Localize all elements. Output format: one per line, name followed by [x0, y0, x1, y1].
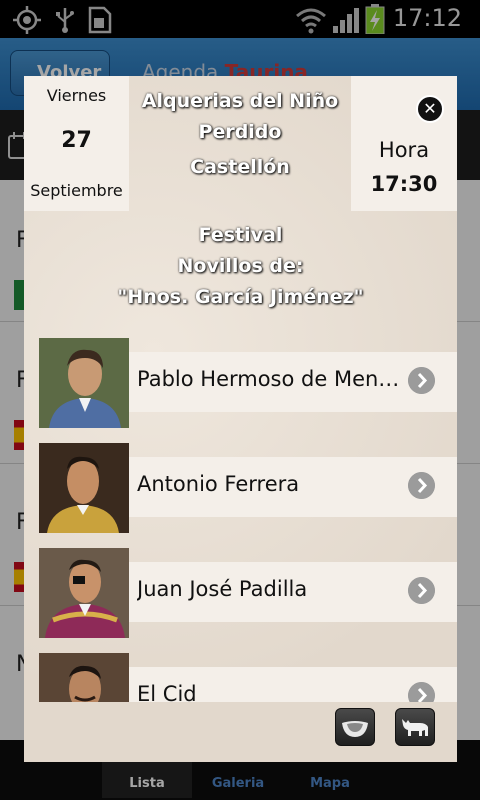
- bullfighter-bar: El Cid: [129, 667, 457, 702]
- chevron-right-icon[interactable]: [408, 367, 435, 394]
- bullfighter-row[interactable]: Antonio Ferrera: [39, 443, 457, 533]
- event-detail-dialog: Viernes 27 Septiembre Alquerias del Niño…: [24, 76, 457, 762]
- bullfighter-photo: [39, 443, 129, 533]
- date-weekday: Viernes: [46, 86, 107, 105]
- bullfighter-bar: Juan José Padilla: [129, 562, 457, 622]
- bullfighter-name: Juan José Padilla: [137, 577, 308, 601]
- venue-line: Alquerias del Niño: [141, 90, 339, 112]
- bullfighter-bar: Pablo Hermoso de Mendoza: [129, 352, 457, 412]
- bullfighter-row[interactable]: El Cid: [39, 653, 457, 702]
- bullfighter-photo: [39, 548, 129, 638]
- hour-box: Hora 17:30: [351, 76, 457, 211]
- event-info: Festival Novillos de: "Hnos. García Jimé…: [64, 220, 417, 313]
- chevron-right-icon[interactable]: [408, 682, 435, 702]
- bullfighter-photo: [39, 653, 129, 702]
- bullring-icon: [342, 721, 368, 737]
- bull-icon: [402, 719, 428, 736]
- venue-title: Alquerias del Niño Perdido Castellón: [129, 86, 351, 183]
- hour-label: Hora: [378, 138, 430, 162]
- date-day: 27: [61, 128, 92, 153]
- bullfighter-list: Pablo Hermoso de Mendoza Antonio Ferrera…: [24, 338, 457, 702]
- chevron-right-icon[interactable]: [408, 472, 435, 499]
- event-type: Festival: [198, 224, 283, 246]
- date-month: Septiembre: [30, 181, 123, 200]
- bullfighter-name: Pablo Hermoso de Mendoza: [137, 367, 405, 391]
- bullfighter-bar: Antonio Ferrera: [129, 457, 457, 517]
- close-icon[interactable]: ✕: [416, 95, 444, 123]
- bullring-button[interactable]: [335, 708, 375, 746]
- cattle-label: Novillos de:: [177, 255, 304, 277]
- bull-button[interactable]: [395, 708, 435, 746]
- hour-value: 17:30: [370, 172, 438, 196]
- bullfighter-row[interactable]: Pablo Hermoso de Mendoza: [39, 338, 457, 428]
- venue-line: Castellón: [190, 156, 290, 178]
- bullfighter-row[interactable]: Juan José Padilla: [39, 548, 457, 638]
- bullfighter-name: El Cid: [137, 682, 197, 702]
- bullfighter-photo: [39, 338, 129, 428]
- cattle-breeder: "Hnos. García Jiménez": [117, 286, 364, 308]
- date-box: Viernes 27 Septiembre: [24, 76, 129, 211]
- venue-line: Perdido: [198, 121, 282, 143]
- chevron-right-icon[interactable]: [408, 577, 435, 604]
- dialog-actions: [24, 702, 457, 762]
- bullfighter-name: Antonio Ferrera: [137, 472, 300, 496]
